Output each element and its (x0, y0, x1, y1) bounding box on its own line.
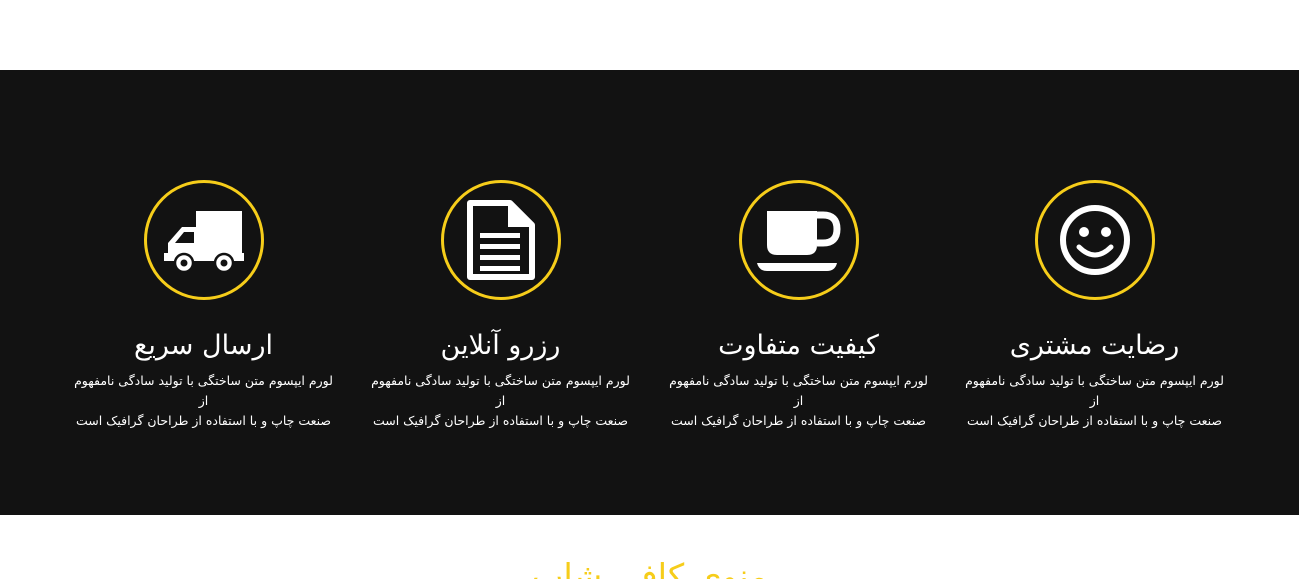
feature-title: کیفیت متفاوت (718, 330, 879, 361)
feature-title: ارسال سریع (134, 330, 273, 361)
feature-icon-circle (440, 180, 561, 300)
feature-icon-circle (738, 180, 859, 300)
feature-description: لورم ایپسوم متن ساختگی با تولید سادگی نا… (366, 371, 636, 431)
feature-icon-circle (143, 180, 264, 300)
feature-icon-circle (1034, 180, 1155, 300)
smiley-icon (1059, 205, 1130, 275)
feature-title: رزرو آنلاین (440, 330, 561, 361)
menu-section-top: منوی کافی شاپ (0, 515, 1299, 579)
feature-different-quality: کیفیت متفاوت لورم ایپسوم متن ساختگی با ت… (650, 180, 947, 431)
feature-desc-line: صنعت چاپ و با استفاده از طراحان گرافیک ا… (966, 413, 1223, 428)
feature-customer-satisfaction: رضایت مشتری لورم ایپسوم متن ساختگی با تو… (946, 180, 1243, 431)
document-icon (466, 200, 535, 280)
feature-desc-line: صنعت چاپ و با استفاده از طراحان گرافیک ا… (75, 413, 332, 428)
top-spacer (0, 0, 1299, 70)
feature-title: رضایت مشتری (1009, 330, 1180, 361)
feature-desc-line: صنعت چاپ و با استفاده از طراحان گرافیک ا… (670, 413, 927, 428)
feature-desc-line: لورم ایپسوم متن ساختگی با تولید سادگی نا… (74, 373, 333, 408)
truck-icon (163, 211, 244, 273)
feature-online-booking: رزرو آنلاین لورم ایپسوم متن ساختگی با تو… (352, 180, 649, 431)
feature-desc-line: لورم ایپسوم متن ساختگی با تولید سادگی نا… (669, 373, 928, 408)
features-section: ارسال سریع لورم ایپسوم متن ساختگی با تول… (0, 70, 1299, 515)
feature-desc-line: لورم ایپسوم متن ساختگی با تولید سادگی نا… (371, 373, 630, 408)
coffee-cup-icon (756, 211, 841, 271)
feature-description: لورم ایپسوم متن ساختگی با تولید سادگی نا… (664, 371, 934, 431)
feature-desc-line: لورم ایپسوم متن ساختگی با تولید سادگی نا… (965, 373, 1224, 408)
section-heading: منوی کافی شاپ (531, 557, 768, 579)
feature-desc-line: صنعت چاپ و با استفاده از طراحان گرافیک ا… (372, 413, 629, 428)
feature-fast-delivery: ارسال سریع لورم ایپسوم متن ساختگی با تول… (55, 180, 352, 431)
feature-description: لورم ایپسوم متن ساختگی با تولید سادگی نا… (960, 371, 1230, 431)
feature-description: لورم ایپسوم متن ساختگی با تولید سادگی نا… (69, 371, 339, 431)
